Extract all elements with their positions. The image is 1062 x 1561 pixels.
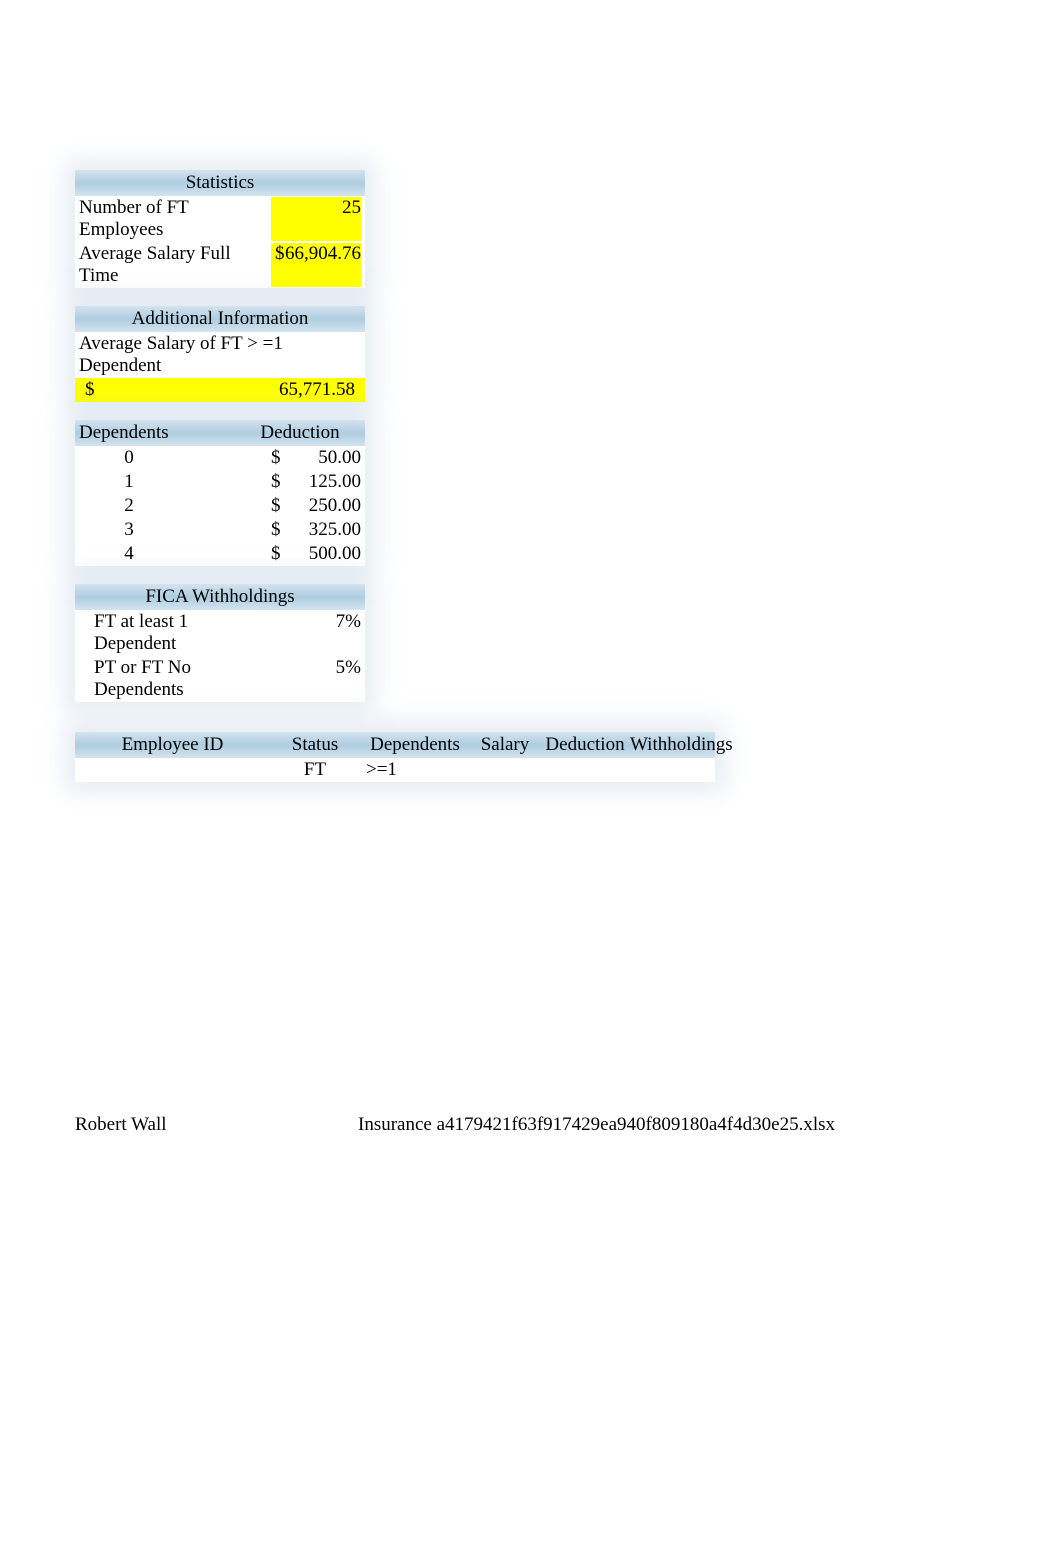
currency-amount: 50.00 (318, 447, 361, 469)
employee-data-row: FT >=1 (75, 758, 715, 782)
deduction-value: $ 325.00 (271, 519, 361, 541)
statistics-block: Statistics Number of FT Employees 25 Ave… (75, 170, 365, 288)
stat-value: $ 66,904.76 (271, 243, 361, 287)
header-dependents: Dependents (360, 734, 470, 756)
header-salary: Salary (470, 734, 540, 756)
dependents-header-right: Deduction (235, 420, 365, 446)
footer-filename: Insurance a4179421f63f917429ea940f809180… (358, 1114, 835, 1136)
table-row: 1 $ 125.00 (75, 470, 365, 494)
dep-count: 1 (79, 471, 179, 493)
cell-employee-id (75, 759, 270, 781)
cell-status: FT (270, 759, 360, 781)
additional-title: Additional Information (75, 306, 365, 332)
header-status: Status (270, 734, 360, 756)
stat-row-avg-salary: Average Salary Full Time $ 66,904.76 (75, 242, 365, 288)
dependents-block: Dependents Deduction 0 $ 50.00 1 $ 125.0… (75, 420, 365, 566)
stat-row-ft-employees: Number of FT Employees 25 (75, 196, 365, 242)
fica-row: PT or FT No Dependents 5% (75, 656, 365, 702)
currency-symbol: $ (271, 543, 281, 565)
cell-dependents: >=1 (360, 759, 470, 781)
deduction-value: $ 50.00 (271, 447, 361, 469)
currency-symbol: $ (271, 471, 281, 493)
dep-count: 4 (79, 543, 179, 565)
fica-title: FICA Withholdings (75, 584, 365, 610)
footer-author: Robert Wall (75, 1114, 167, 1136)
header-withholdings: Withholdings (630, 734, 733, 756)
dep-count: 2 (79, 495, 179, 517)
currency-amount: 325.00 (309, 519, 361, 541)
currency-symbol: $ (271, 495, 281, 517)
dependents-header: Dependents Deduction (75, 420, 365, 446)
currency-symbol: $ (271, 519, 281, 541)
header-deduction: Deduction (540, 734, 630, 756)
dependents-header-left: Dependents (75, 420, 235, 446)
page-footer: Robert Wall Insurance a4179421f63f917429… (75, 1114, 835, 1136)
stat-label: Average Salary Full Time (79, 243, 271, 287)
statistics-title: Statistics (75, 170, 365, 196)
fica-block: FICA Withholdings FT at least 1 Dependen… (75, 584, 365, 702)
fica-value: 7% (271, 611, 361, 655)
employee-table: Employee ID Status Dependents Salary Ded… (75, 732, 715, 782)
additional-info-block: Additional Information Average Salary of… (75, 306, 365, 402)
header-employee-id: Employee ID (75, 734, 270, 756)
additional-value: $ 65,771.58 (75, 378, 365, 402)
table-row: 3 $ 325.00 (75, 518, 365, 542)
dep-count: 0 (79, 447, 179, 469)
fica-label: FT at least 1 Dependent (79, 611, 271, 655)
deduction-value: $ 250.00 (271, 495, 361, 517)
fica-label: PT or FT No Dependents (79, 657, 271, 701)
fica-row: FT at least 1 Dependent 7% (75, 610, 365, 656)
stat-value: 25 (271, 197, 361, 241)
currency-amount: 250.00 (309, 495, 361, 517)
table-row: 0 $ 50.00 (75, 446, 365, 470)
stat-label: Number of FT Employees (79, 197, 271, 241)
currency-symbol: $ (275, 243, 285, 287)
table-row: 2 $ 250.00 (75, 494, 365, 518)
fica-value: 5% (271, 657, 361, 701)
deduction-value: $ 125.00 (271, 471, 361, 493)
cell-deduction (540, 759, 630, 781)
currency-amount: 125.00 (309, 471, 361, 493)
employee-header-row: Employee ID Status Dependents Salary Ded… (75, 732, 715, 758)
currency-amount: 66,904.76 (285, 243, 361, 287)
currency-amount: 65,771.58 (279, 379, 355, 401)
currency-symbol: $ (85, 379, 95, 401)
cell-salary (470, 759, 540, 781)
cell-withholdings (630, 759, 730, 781)
deduction-value: $ 500.00 (271, 543, 361, 565)
additional-label: Average Salary of FT > =1 Dependent (75, 332, 365, 378)
dep-count: 3 (79, 519, 179, 541)
table-row: 4 $ 500.00 (75, 542, 365, 566)
currency-symbol: $ (271, 447, 281, 469)
currency-amount: 500.00 (309, 543, 361, 565)
